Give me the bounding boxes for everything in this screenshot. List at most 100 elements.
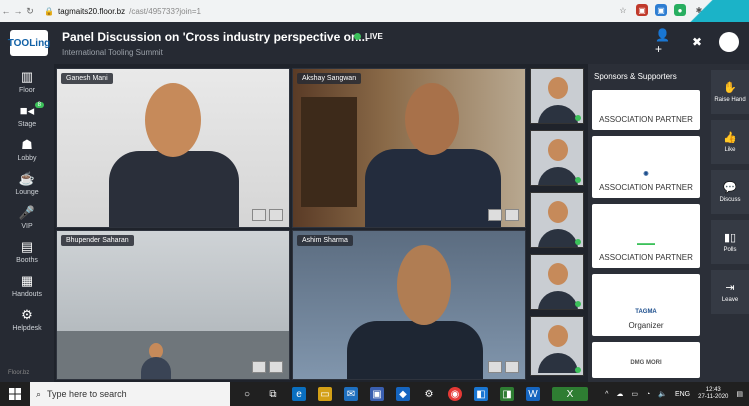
action-label: Polls (723, 247, 737, 253)
sidebar-item-floor[interactable]: ▥ Floor (0, 64, 54, 98)
like-button[interactable]: 👍 Like (711, 120, 749, 164)
video-tile[interactable]: Akshay Sangwan (292, 68, 526, 228)
system-tray: ^ ☁ ▭ ◔ 🔈 ENG 12:43 27-11-2020 ▤ (605, 382, 743, 406)
notification-icon[interactable]: ▤ (736, 390, 743, 398)
video-tile[interactable]: Bhupender Saharan (56, 230, 290, 380)
wifi-icon[interactable]: ◔ (646, 391, 650, 398)
star-icon[interactable]: ☆ (617, 4, 629, 16)
chrome-icon[interactable]: ◉ (448, 387, 462, 401)
sidebar-item-handouts[interactable]: ▦ Handouts (0, 268, 54, 302)
os-taskbar: ⌕ Type here to search ○ ⧉ e ▭ ✉ ▣ ◆ ⚙ ◉ … (0, 382, 749, 406)
file-explorer-icon[interactable]: ▭ (318, 387, 332, 401)
sidebar-item-helpdesk[interactable]: ⚙ Helpdesk (0, 302, 54, 336)
sponsor-card[interactable]: ◉ ASSOCIATION PARTNER (592, 136, 700, 198)
task-view-icon[interactable]: ⧉ (266, 387, 280, 401)
cloud-icon[interactable]: ☁ (616, 390, 623, 398)
back-icon[interactable]: ← (0, 6, 12, 16)
clock[interactable]: 12:43 27-11-2020 (698, 387, 728, 400)
stage-grid: Ganesh Mani Akshay Sangwan Bhupender Sah… (54, 64, 528, 382)
add-person-icon[interactable]: 👤+ (655, 28, 675, 56)
extension-icon[interactable]: ▣ (636, 4, 648, 16)
participant-thumb[interactable] (530, 316, 584, 376)
participant-face (548, 201, 568, 223)
discuss-button[interactable]: 💬 Discuss (711, 170, 749, 214)
sidebar-item-label: VIP (21, 222, 33, 230)
participant-thumb[interactable] (530, 192, 584, 248)
action-label: Raise Hand (714, 97, 746, 103)
url-host: tagmaits20.floor.bz (57, 6, 126, 16)
tile-name: Ganesh Mani (61, 73, 113, 84)
raise-hand-button[interactable]: ✋ Raise Hand (711, 70, 749, 114)
search-icon: ⌕ (36, 388, 42, 399)
sidebar-item-vip[interactable]: 🎤 VIP (0, 200, 54, 234)
taskbar-search[interactable]: ⌕ Type here to search (30, 382, 230, 406)
forward-icon[interactable]: → (12, 6, 24, 16)
participant-face (548, 77, 568, 99)
volume-icon[interactable]: 🔈 (658, 390, 667, 398)
windows-start-icon[interactable] (0, 382, 30, 406)
settings-icon[interactable]: ✖ (687, 32, 707, 52)
sidebar-item-lobby[interactable]: ☗ Lobby (0, 132, 54, 166)
sponsor-card[interactable]: ASSOCIATION PARTNER (592, 90, 700, 130)
edge-icon[interactable]: e (292, 387, 306, 401)
sponsor-card[interactable]: ▬▬▬ ASSOCIATION PARTNER (592, 204, 700, 268)
sponsor-label: ASSOCIATION PARTNER (599, 253, 693, 262)
sidebar-item-lounge[interactable]: ☕ Lounge (0, 166, 54, 200)
video-tile[interactable]: Ganesh Mani (56, 68, 290, 228)
settings-icon[interactable]: ⚙ (422, 387, 436, 401)
sidebar-item-stage[interactable]: ■◂ 8 Stage (0, 98, 54, 132)
reload-icon[interactable]: ↻ (24, 6, 36, 17)
participant-thumb[interactable] (530, 254, 584, 310)
profile-button[interactable] (719, 32, 739, 52)
participant-body (538, 105, 578, 123)
hand-icon: ✋ (723, 82, 737, 94)
app-icon[interactable]: ◧ (474, 387, 488, 401)
floor-icon: ▥ (20, 68, 34, 84)
participant-strip (528, 64, 588, 382)
action-label: Leave (721, 297, 739, 303)
sponsor-card[interactable]: DMG MORI (592, 342, 700, 378)
participant-thumb[interactable] (530, 68, 584, 124)
booths-icon: ▤ (20, 238, 34, 254)
cortana-icon[interactable]: ○ (240, 387, 254, 401)
participant-face (548, 263, 568, 285)
mail-icon[interactable]: ✉ (344, 387, 358, 401)
online-dot-icon (575, 239, 581, 245)
participant-thumb[interactable] (530, 130, 584, 186)
sponsor-logo: TAGMA (635, 309, 657, 315)
sponsor-logo: DMG MORI (630, 360, 662, 366)
online-dot-icon (575, 115, 581, 121)
language-indicator[interactable]: ENG (675, 391, 690, 398)
address-bar[interactable]: 🔒 tagmaits20.floor.bz/cast/495733?join=1 (44, 7, 201, 16)
participant-body (538, 353, 578, 373)
lock-icon: 🔒 (44, 6, 54, 16)
online-dot-icon (575, 301, 581, 307)
action-bar: ✋ Raise Hand 👍 Like 💬 Discuss ▮▯ Polls ⇥ Leav… (708, 64, 749, 382)
battery-icon[interactable]: ▭ (631, 390, 638, 398)
clock-time: 12:43 (705, 387, 721, 394)
excel-icon[interactable]: X (552, 387, 588, 401)
chevron-up-icon[interactable]: ^ (605, 391, 608, 398)
video-tile[interactable]: Ashim Sharma (292, 230, 526, 380)
tile-name: Akshay Sangwan (297, 73, 362, 84)
stage-badge: 8 (34, 102, 44, 108)
app-icon[interactable]: ◆ (396, 387, 410, 401)
leave-icon: ⇥ (725, 282, 735, 294)
url-path: /cast/495733?join=1 (129, 6, 201, 16)
leave-button[interactable]: ⇥ Leave (711, 270, 749, 314)
live-badge: LIVE (354, 32, 383, 41)
polls-button[interactable]: ▮▯ Polls (711, 220, 749, 264)
participant-body (538, 167, 578, 185)
online-dot-icon (575, 367, 581, 373)
sponsor-card[interactable]: TAGMA Organizer (592, 274, 700, 336)
speaker-video (109, 151, 239, 227)
stage-icon: ■◂ (19, 102, 35, 118)
app-icon[interactable]: ◨ (500, 387, 514, 401)
poll-icon: ▮▯ (723, 232, 737, 244)
store-icon[interactable]: ▣ (370, 387, 384, 401)
sidebar-item-booths[interactable]: ▤ Booths (0, 234, 54, 268)
sponsor-logo: ◉ (643, 171, 649, 177)
helpdesk-icon: ⚙ (21, 306, 33, 322)
speaker-video (365, 149, 501, 227)
word-icon[interactable]: W (526, 387, 540, 401)
